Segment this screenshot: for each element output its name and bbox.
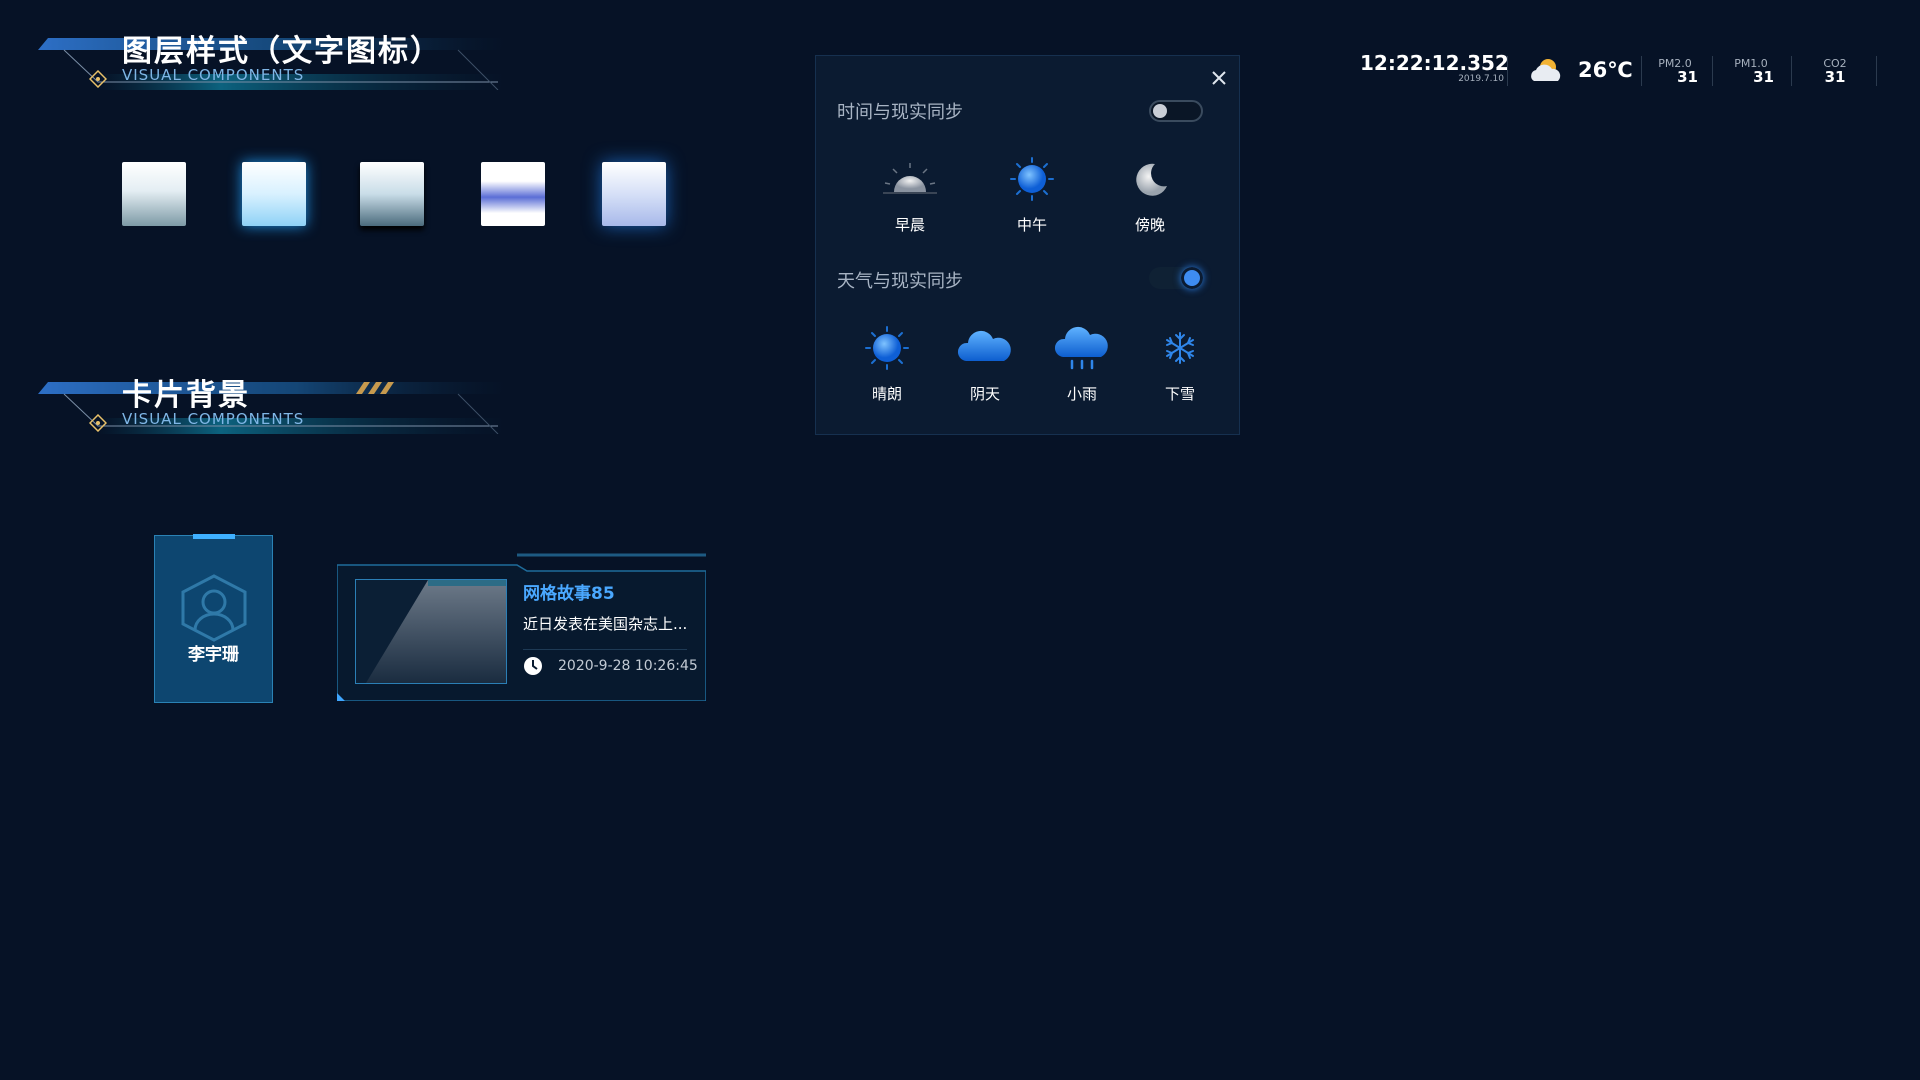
temperature: 26℃ xyxy=(1578,58,1633,82)
time-option-label: 早晨 xyxy=(894,216,925,234)
swatch-white-to-dark[interactable] xyxy=(360,162,424,226)
section-subtitle: VISUAL COMPONENTS xyxy=(122,410,305,428)
divider xyxy=(1876,56,1877,86)
thumbnail-image xyxy=(366,580,506,683)
time-sync-label: 时间与现实同步 xyxy=(837,102,963,123)
swatch-lavender-glow[interactable] xyxy=(602,162,666,226)
metric-pm10: PM1.0 31 xyxy=(1728,57,1774,86)
swatch-glow-cyan[interactable] xyxy=(242,162,306,226)
card-top-accent xyxy=(193,534,235,539)
weather-option-cloudy[interactable]: 阴天 xyxy=(940,323,1030,404)
clock-icon xyxy=(524,657,542,675)
person-name: 李宇珊 xyxy=(188,645,239,665)
news-summary: 近日发表在美国杂志上... xyxy=(523,615,688,633)
weather-option-light-rain[interactable]: 小雨 xyxy=(1037,323,1127,404)
divider xyxy=(1791,56,1792,86)
partly-cloudy-icon xyxy=(1531,59,1561,81)
news-thumbnail xyxy=(355,579,507,684)
section-header-card-background: 卡片背景 VISUAL COMPONENTS xyxy=(38,370,508,440)
diamond-icon xyxy=(89,70,107,88)
divider xyxy=(1507,56,1508,86)
time-option-morning[interactable]: 早晨 xyxy=(865,154,955,235)
metric-value: 31 xyxy=(1824,68,1846,86)
section-subtitle: VISUAL COMPONENTS xyxy=(122,66,305,84)
weather-option-sunny[interactable]: 晴朗 xyxy=(842,323,932,404)
time-sync-toggle[interactable] xyxy=(1149,100,1203,122)
time-option-evening[interactable]: 傍晚 xyxy=(1105,154,1195,235)
divider xyxy=(523,649,687,650)
swatch-white-to-teal[interactable] xyxy=(122,162,186,226)
time-option-label: 傍晚 xyxy=(1134,216,1165,234)
weather-option-label: 下雪 xyxy=(1164,385,1195,403)
metric-co2: CO2 31 xyxy=(1812,57,1858,86)
section-title: 图层样式（文字图标） xyxy=(122,34,442,69)
swatch-blue-band[interactable] xyxy=(481,162,545,226)
snowflake-icon xyxy=(1166,332,1194,364)
weather-option-label: 晴朗 xyxy=(871,385,902,403)
divider xyxy=(1712,56,1713,86)
moon-icon xyxy=(1136,163,1167,196)
person-card[interactable]: 李宇珊 xyxy=(154,534,273,703)
metric-value: 31 xyxy=(1677,68,1698,86)
diamond-icon xyxy=(89,414,107,432)
news-card[interactable]: 网格故事85 近日发表在美国杂志上... 2020-9-28 10:26:45 xyxy=(337,553,706,701)
sunrise-icon xyxy=(883,163,937,194)
weather-option-label: 阴天 xyxy=(969,385,1000,403)
news-title: 网格故事85 xyxy=(523,584,615,604)
divider xyxy=(1641,56,1642,86)
rain-icon xyxy=(1054,326,1108,370)
close-icon[interactable] xyxy=(1211,70,1227,86)
clock-date: 2019.7.10 xyxy=(1458,74,1504,84)
weather-sync-toggle[interactable] xyxy=(1149,267,1203,289)
user-icon xyxy=(181,574,247,642)
section-title: 卡片背景 xyxy=(122,378,250,413)
sun-icon xyxy=(865,326,909,370)
weather-option-label: 小雨 xyxy=(1066,385,1097,403)
weather-sync-label: 天气与现实同步 xyxy=(837,271,963,292)
clock-time: 12:22:12.352 xyxy=(1360,51,1509,75)
time-option-noon[interactable]: 中午 xyxy=(987,154,1077,235)
weather-option-snow[interactable]: 下雪 xyxy=(1135,323,1225,404)
weather-time-settings-panel: 时间与现实同步 早晨 中午 傍晚 天气与现实同步 晴朗 阴天 小雨 下雪 xyxy=(815,55,1240,435)
metric-value: 31 xyxy=(1753,68,1774,86)
news-timestamp: 2020-9-28 10:26:45 xyxy=(558,658,698,674)
time-option-label: 中午 xyxy=(1016,216,1047,234)
sun-icon xyxy=(1010,157,1054,201)
clock: 12:22:12.352 2019.7.10 xyxy=(1360,52,1510,92)
section-header-layer-style: 图层样式（文字图标） VISUAL COMPONENTS xyxy=(38,26,508,96)
metric-pm20: PM2.0 31 xyxy=(1652,57,1698,86)
cloud-icon xyxy=(957,330,1011,361)
